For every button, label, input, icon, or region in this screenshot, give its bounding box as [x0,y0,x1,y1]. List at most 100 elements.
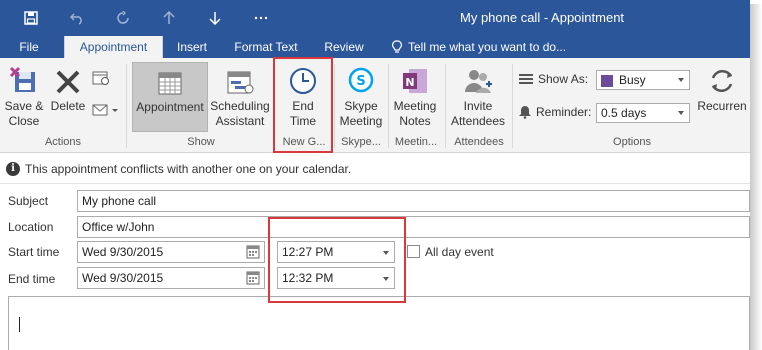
group-separator [126,64,127,148]
onenote-icon: N [403,69,427,93]
delete-x-icon [56,70,80,94]
redo-icon [117,11,129,24]
subject-input[interactable]: My phone call [77,190,750,212]
up-arrow-icon [163,11,175,24]
more-icon [254,16,268,20]
group-label-attendees: Attendees [454,136,504,148]
skype-label-2: Meeting [339,114,383,128]
skype-label-1: Skype [344,99,378,113]
group-label-new-group: New G... [282,136,326,148]
show-as-dropdown[interactable]: Busy [596,70,690,90]
start-date-input[interactable]: Wed 9/30/2015 [77,241,265,263]
ribbon: Save & Close Delete Actions Appointment … [0,58,750,153]
all-day-label: All day event [425,245,494,259]
group-label-actions: Actions [44,136,82,148]
invite-label-1: Invite [463,99,493,113]
forward-button[interactable] [92,102,118,118]
tell-me-text: Tell me what you want to do... [408,40,567,54]
all-day-checkbox[interactable] [407,245,420,258]
appointment-body-editor[interactable] [8,296,750,350]
save-close-button[interactable]: Save & Close [4,62,44,129]
group-separator [273,64,274,148]
customize-toolbar-button[interactable] [238,6,284,30]
tab-appointment[interactable]: Appointment [64,36,163,58]
forward-meeting-button[interactable] [92,70,110,86]
meeting-notes-label-1: Meeting [393,99,437,113]
tell-me-box[interactable]: Tell me what you want to do... [392,36,566,58]
skype-meeting-button[interactable]: S Skype Meeting [338,62,384,129]
tab-file[interactable]: File [8,36,50,58]
window-shadow [750,4,762,350]
group-separator [512,64,513,148]
invite-label-2: Attendees [450,114,506,128]
quick-access-toolbar [8,6,284,30]
scheduling-assistant-button[interactable]: Scheduling Assistant [210,62,270,129]
end-date-value: Wed 9/30/2015 [82,271,164,285]
save-button[interactable] [8,6,54,30]
recurrence-icon [711,69,733,93]
group-label-options: Options [613,136,651,148]
envelope-arrow-icon [92,104,118,116]
next-item-button[interactable] [192,6,238,30]
scheduling-label-2: Assistant [215,114,265,128]
location-input[interactable]: Office w/John [77,216,750,238]
start-date-value: Wed 9/30/2015 [82,245,164,259]
delete-button[interactable]: Delete [48,62,88,114]
delete-label: Delete [50,99,86,113]
location-label: Location [8,220,54,234]
invite-attendees-button[interactable]: Invite Attendees [448,62,508,129]
calendar-picker-icon[interactable] [246,271,260,285]
tab-insert[interactable]: Insert [170,36,214,58]
save-close-icon [9,66,35,92]
meeting-notes-button[interactable]: N Meeting Notes [390,62,440,129]
text-caret [19,317,20,332]
ribbon-tabs: File Appointment Insert Format Text Revi… [0,36,750,58]
appointment-view-button[interactable]: Appointment [132,62,208,132]
scheduling-label-1: Scheduling [210,99,270,113]
group-label-show: Show [187,136,215,148]
end-time-dropdown[interactable]: 12:32 PM [277,267,395,289]
reminder-row: Reminder: [518,105,591,119]
show-as-row: Show As: [518,72,588,86]
info-icon: i [6,161,20,176]
undo-icon [70,13,82,25]
subject-label: Subject [8,194,49,208]
save-close-label-2: Close [8,114,40,128]
end-time-label: End time [8,272,56,286]
title-bar: My phone call - Appointment [0,0,750,36]
window-title: My phone call - Appointment [460,10,625,25]
reminder-label: Reminder: [536,105,592,119]
show-as-icon [519,74,533,84]
end-date-input[interactable]: Wed 9/30/2015 [77,267,265,289]
show-as-label: Show As: [538,72,589,86]
reminder-dropdown[interactable]: 0.5 days [596,103,690,123]
appointment-calendar-icon [158,72,182,95]
show-as-value: Busy [619,73,646,87]
tab-format-text[interactable]: Format Text [228,36,304,58]
tab-review[interactable]: Review [318,36,370,58]
end-time-label-2: Time [289,114,317,128]
calendar-small-icon [92,71,109,85]
bell-icon [519,106,531,119]
scheduling-assistant-icon [227,71,254,94]
recurrence-button[interactable]: Recurren [694,62,750,114]
appointment-form: Subject My phone call Location Office w/… [0,185,750,350]
end-time-button[interactable]: End Time [280,62,326,129]
recurrence-label: Recurren [697,99,747,113]
start-time-value: 12:27 PM [282,245,334,259]
busy-swatch [601,74,613,87]
group-label-skype: Skype... [341,136,381,148]
chevron-down-icon [678,111,684,115]
chevron-down-icon [383,277,389,281]
start-time-dropdown[interactable]: 12:27 PM [277,241,395,263]
conflict-info-bar: i This appointment conflicts with anothe… [0,154,750,184]
redo-button[interactable] [100,6,146,30]
previous-item-button[interactable] [146,6,192,30]
attendees-icon [465,70,492,93]
appointment-view-label: Appointment [136,100,204,114]
chevron-down-icon [678,78,684,82]
save-close-label-1: Save & [4,99,44,113]
undo-button[interactable] [54,6,100,30]
end-time-label-1: End [292,99,314,113]
calendar-picker-icon[interactable] [246,245,260,259]
